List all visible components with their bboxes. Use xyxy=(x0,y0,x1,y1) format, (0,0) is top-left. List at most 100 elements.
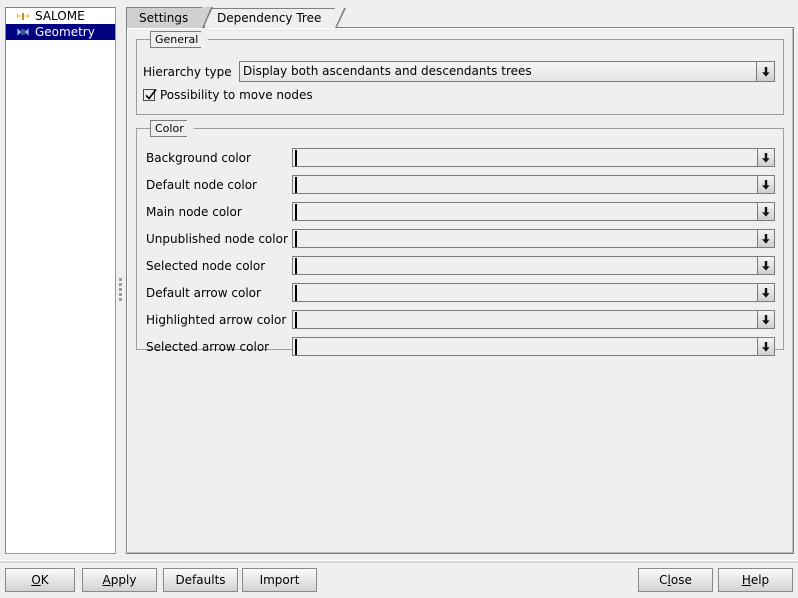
background-color-swatch-wrap[interactable] xyxy=(292,148,758,167)
chevron-down-icon xyxy=(762,179,770,190)
chevron-down-icon xyxy=(762,233,770,244)
selected-arrow-color-label: Selected arrow color xyxy=(146,340,270,354)
tab-label: Settings xyxy=(139,11,189,25)
preferences-dialog: SALOME Geometry Settings Dependency Tree xyxy=(0,0,798,598)
default-arrow-color-label: Default arrow color xyxy=(146,286,261,300)
color-group-title-label: Color xyxy=(155,121,184,135)
splitter-dot xyxy=(118,298,122,301)
general-group: General Hierarchy type Display both asce… xyxy=(136,31,784,115)
move-nodes-label: Possibility to move nodes xyxy=(160,88,313,102)
general-group-title-label: General xyxy=(155,32,199,46)
help-button-mnemonic: H xyxy=(741,573,751,587)
highlighted-arrow-color-dropdown-button[interactable] xyxy=(758,310,775,329)
default-node-color-row: Default node color xyxy=(146,174,257,196)
ok-button[interactable]: OK xyxy=(5,568,75,592)
unpublished-node-color-swatch[interactable] xyxy=(295,231,297,247)
background-color-dropdown-button[interactable] xyxy=(758,148,775,167)
default-node-color-picker[interactable] xyxy=(292,175,775,194)
move-nodes-checkbox-row[interactable]: Possibility to move nodes xyxy=(143,88,313,102)
main-node-color-dropdown-button[interactable] xyxy=(758,202,775,221)
default-node-color-swatch[interactable] xyxy=(295,177,297,193)
panel-splitter-handle[interactable] xyxy=(117,276,123,306)
unpublished-node-color-label: Unpublished node color xyxy=(146,232,288,246)
move-nodes-checkbox[interactable] xyxy=(143,89,157,101)
tree-item-geometry[interactable]: Geometry xyxy=(6,24,115,40)
chevron-down-icon xyxy=(762,287,770,298)
default-arrow-color-swatch[interactable] xyxy=(295,285,297,301)
splitter-dot xyxy=(118,278,122,281)
default-node-color-swatch-wrap[interactable] xyxy=(292,175,758,194)
dialog-button-bar: OK Apply Defaults Import Close Help xyxy=(0,563,798,598)
selected-arrow-color-swatch[interactable] xyxy=(295,339,297,355)
default-arrow-color-picker[interactable] xyxy=(292,283,775,302)
import-button[interactable]: Import xyxy=(242,568,317,592)
hierarchy-type-combobox[interactable]: Display both ascendants and descendants … xyxy=(239,61,775,82)
main-node-color-label: Main node color xyxy=(146,205,242,219)
help-button[interactable]: Help xyxy=(718,568,793,592)
tab-dependency-tree[interactable]: Dependency Tree xyxy=(204,8,347,29)
background-color-picker[interactable] xyxy=(292,148,775,167)
highlighted-arrow-color-picker[interactable] xyxy=(292,310,775,329)
unpublished-node-color-dropdown-button[interactable] xyxy=(758,229,775,248)
apply-button[interactable]: Apply xyxy=(82,568,157,592)
splitter-dot xyxy=(118,283,122,286)
default-arrow-color-dropdown-button[interactable] xyxy=(758,283,775,302)
apply-button-mnemonic: A xyxy=(102,573,111,587)
general-group-title: General xyxy=(150,31,211,48)
default-arrow-color-swatch-wrap[interactable] xyxy=(292,283,758,302)
check-icon xyxy=(145,89,157,100)
background-color-label: Background color xyxy=(146,151,251,165)
highlighted-arrow-color-label: Highlighted arrow color xyxy=(146,313,287,327)
close-button[interactable]: Close xyxy=(638,568,713,592)
defaults-button[interactable]: Defaults xyxy=(163,568,238,592)
chevron-down-icon xyxy=(762,206,770,217)
splitter-dot xyxy=(118,293,122,296)
settings-content-panel: General Hierarchy type Display both asce… xyxy=(126,27,794,554)
main-node-color-swatch[interactable] xyxy=(295,204,297,220)
selected-arrow-color-dropdown-button[interactable] xyxy=(758,337,775,356)
tab-settings[interactable]: Settings xyxy=(126,7,214,29)
default-arrow-color-row: Default arrow color xyxy=(146,282,261,304)
selected-arrow-color-picker[interactable] xyxy=(292,337,775,356)
hierarchy-type-value[interactable]: Display both ascendants and descendants … xyxy=(239,61,756,82)
unpublished-node-color-picker[interactable] xyxy=(292,229,775,248)
highlighted-arrow-color-swatch-wrap[interactable] xyxy=(292,310,758,329)
ok-button-mnemonic: O xyxy=(31,573,41,587)
selected-node-color-row: Selected node color xyxy=(146,255,265,277)
selected-arrow-color-row: Selected arrow color xyxy=(146,336,269,358)
hierarchy-type-row: Hierarchy type xyxy=(143,61,232,83)
selected-node-color-swatch-wrap[interactable] xyxy=(292,256,758,275)
defaults-button-label: Defaults xyxy=(175,573,226,587)
hierarchy-type-dropdown-button[interactable] xyxy=(756,61,775,82)
chevron-down-icon xyxy=(762,260,770,271)
main-node-color-picker[interactable] xyxy=(292,202,775,221)
color-group-title: Color xyxy=(150,120,196,137)
preferences-tabbar: Settings Dependency Tree xyxy=(126,6,794,29)
default-node-color-dropdown-button[interactable] xyxy=(758,175,775,194)
chevron-down-icon xyxy=(762,341,770,352)
tree-item-label: Geometry xyxy=(35,25,95,39)
module-tree-panel[interactable]: SALOME Geometry xyxy=(5,7,116,554)
hierarchy-type-label: Hierarchy type xyxy=(143,65,232,79)
tree-item-salome[interactable]: SALOME xyxy=(6,8,115,24)
close-button-mnemonic: l xyxy=(667,573,671,587)
selected-arrow-color-swatch-wrap[interactable] xyxy=(292,337,758,356)
unpublished-node-color-row: Unpublished node color xyxy=(146,228,288,250)
chevron-down-icon xyxy=(762,314,770,325)
salome-module-icon xyxy=(17,13,29,20)
tree-item-label: SALOME xyxy=(35,9,85,23)
default-node-color-label: Default node color xyxy=(146,178,257,192)
chevron-down-icon xyxy=(762,152,770,163)
highlighted-arrow-color-swatch[interactable] xyxy=(295,312,297,328)
main-node-color-swatch-wrap[interactable] xyxy=(292,202,758,221)
selected-node-color-picker[interactable] xyxy=(292,256,775,275)
background-color-swatch[interactable] xyxy=(295,150,297,166)
splitter-dot xyxy=(118,288,122,291)
color-group: Color Background color Default node colo… xyxy=(136,120,784,356)
main-node-color-row: Main node color xyxy=(146,201,242,223)
selected-node-color-dropdown-button[interactable] xyxy=(758,256,775,275)
selected-node-color-label: Selected node color xyxy=(146,259,266,273)
unpublished-node-color-swatch-wrap[interactable] xyxy=(292,229,758,248)
selected-node-color-swatch[interactable] xyxy=(295,258,297,274)
highlighted-arrow-color-row: Highlighted arrow color xyxy=(146,309,286,331)
